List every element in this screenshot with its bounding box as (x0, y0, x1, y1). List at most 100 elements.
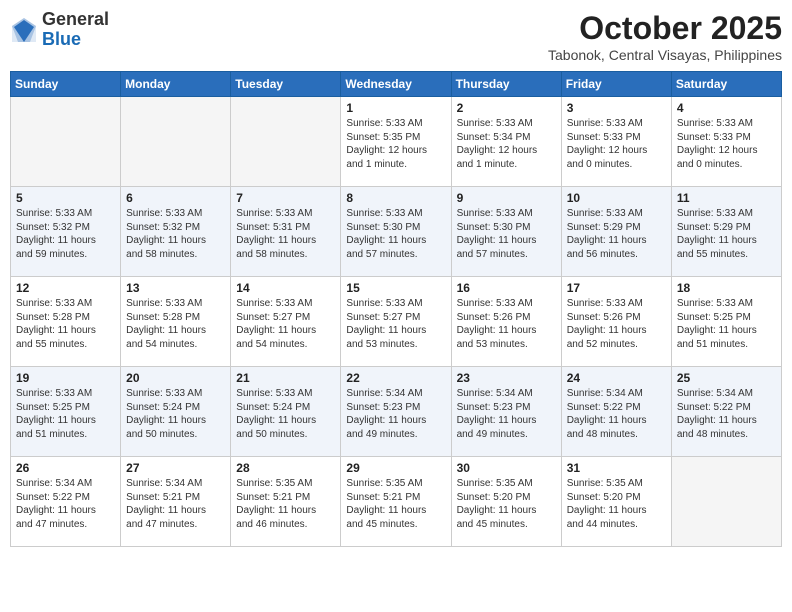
calendar-day-cell: 10 Sunrise: 5:33 AM Sunset: 5:29 PM Dayli… (561, 187, 671, 277)
day-number: 15 (346, 281, 445, 295)
day-info: Sunrise: 5:33 AM Sunset: 5:24 PM Dayligh… (126, 387, 225, 441)
day-number: 5 (16, 191, 115, 205)
calendar-day-cell: 8 Sunrise: 5:33 AM Sunset: 5:30 PM Daylig… (341, 187, 451, 277)
header-monday: Monday (121, 72, 231, 97)
calendar-day-cell: 25Sunrise: 5:34 AM Sunset: 5:22 PM Dayli… (671, 367, 781, 457)
calendar-day-cell: 9 Sunrise: 5:33 AM Sunset: 5:30 PM Daylig… (451, 187, 561, 277)
day-info: Sunrise: 5:34 AM Sunset: 5:22 PM Dayligh… (567, 387, 666, 441)
day-number: 20 (126, 371, 225, 385)
location-title: Tabonok, Central Visayas, Philippines (548, 47, 782, 63)
day-info: Sunrise: 5:34 AM Sunset: 5:21 PM Dayligh… (126, 477, 225, 531)
calendar-week-row: 5 Sunrise: 5:33 AM Sunset: 5:32 PM Daylig… (11, 187, 782, 277)
logo-blue: Blue (42, 29, 81, 49)
calendar-day-cell: 31 Sunrise: 5:35 AM Sunset: 5:20 PM Dayli… (561, 457, 671, 547)
day-number: 26 (16, 461, 115, 475)
page-header: General Blue October 2025 Tabonok, Centr… (10, 10, 782, 63)
day-info: Sunrise: 5:34 AM Sunset: 5:23 PM Dayligh… (457, 387, 556, 441)
day-info: Sunrise: 5:33 AM Sunset: 5:24 PM Dayligh… (236, 387, 335, 441)
calendar-week-row: 26 Sunrise: 5:34 AM Sunset: 5:22 PM Dayli… (11, 457, 782, 547)
logo-text: General Blue (42, 10, 109, 50)
calendar-day-cell: 29 Sunrise: 5:35 AM Sunset: 5:21 PM Dayli… (341, 457, 451, 547)
day-number: 31 (567, 461, 666, 475)
day-number: 16 (457, 281, 556, 295)
calendar-day-cell: 12 Sunrise: 5:33 AM Sunset: 5:28 PM Dayli… (11, 277, 121, 367)
day-number: 17 (567, 281, 666, 295)
day-info: Sunrise: 5:33 AM Sunset: 5:28 PM Dayligh… (126, 297, 225, 351)
day-info: Sunrise: 5:35 AM Sunset: 5:20 PM Dayligh… (567, 477, 666, 531)
header-thursday: Thursday (451, 72, 561, 97)
day-number: 21 (236, 371, 335, 385)
day-number: 18 (677, 281, 776, 295)
day-info: Sunrise: 5:33 AM Sunset: 5:32 PM Dayligh… (16, 207, 115, 261)
header-wednesday: Wednesday (341, 72, 451, 97)
calendar-day-cell: 21 Sunrise: 5:33 AM Sunset: 5:24 PM Dayli… (231, 367, 341, 457)
day-number: 10 (567, 191, 666, 205)
day-number: 22 (346, 371, 445, 385)
day-info: Sunrise: 5:33 AM Sunset: 5:29 PM Dayligh… (677, 207, 776, 261)
header-saturday: Saturday (671, 72, 781, 97)
calendar-week-row: 12 Sunrise: 5:33 AM Sunset: 5:28 PM Dayli… (11, 277, 782, 367)
day-info: Sunrise: 5:33 AM Sunset: 5:25 PM Dayligh… (677, 297, 776, 351)
calendar-day-cell (11, 97, 121, 187)
header-tuesday: Tuesday (231, 72, 341, 97)
day-number: 11 (677, 191, 776, 205)
calendar-day-cell: 28Sunrise: 5:35 AM Sunset: 5:21 PM Dayli… (231, 457, 341, 547)
calendar-day-cell: 16 Sunrise: 5:33 AM Sunset: 5:26 PM Dayli… (451, 277, 561, 367)
calendar-table: SundayMondayTuesdayWednesdayThursdayFrid… (10, 71, 782, 547)
day-info: Sunrise: 5:33 AM Sunset: 5:30 PM Dayligh… (457, 207, 556, 261)
day-info: Sunrise: 5:35 AM Sunset: 5:21 PM Dayligh… (236, 477, 335, 531)
calendar-day-cell: 7 Sunrise: 5:33 AM Sunset: 5:31 PM Daylig… (231, 187, 341, 277)
day-number: 29 (346, 461, 445, 475)
day-number: 23 (457, 371, 556, 385)
day-number: 9 (457, 191, 556, 205)
calendar-day-cell: 23 Sunrise: 5:34 AM Sunset: 5:23 PM Dayli… (451, 367, 561, 457)
day-info: Sunrise: 5:33 AM Sunset: 5:26 PM Dayligh… (567, 297, 666, 351)
day-info: Sunrise: 5:33 AM Sunset: 5:35 PM Dayligh… (346, 117, 445, 171)
day-number: 2 (457, 101, 556, 115)
day-info: Sunrise: 5:33 AM Sunset: 5:33 PM Dayligh… (567, 117, 666, 171)
day-info: Sunrise: 5:35 AM Sunset: 5:21 PM Dayligh… (346, 477, 445, 531)
calendar-day-cell: 19 Sunrise: 5:33 AM Sunset: 5:25 PM Dayli… (11, 367, 121, 457)
day-info: Sunrise: 5:33 AM Sunset: 5:26 PM Dayligh… (457, 297, 556, 351)
calendar-day-cell (231, 97, 341, 187)
day-info: Sunrise: 5:33 AM Sunset: 5:34 PM Dayligh… (457, 117, 556, 171)
day-info: Sunrise: 5:35 AM Sunset: 5:20 PM Dayligh… (457, 477, 556, 531)
day-info: Sunrise: 5:33 AM Sunset: 5:29 PM Dayligh… (567, 207, 666, 261)
logo-general: General (42, 9, 109, 29)
calendar-day-cell: 6Sunrise: 5:33 AM Sunset: 5:32 PM Daylig… (121, 187, 231, 277)
day-info: Sunrise: 5:33 AM Sunset: 5:31 PM Dayligh… (236, 207, 335, 261)
day-number: 24 (567, 371, 666, 385)
calendar-day-cell: 30 Sunrise: 5:35 AM Sunset: 5:20 PM Dayli… (451, 457, 561, 547)
day-number: 13 (126, 281, 225, 295)
weekday-header-row: SundayMondayTuesdayWednesdayThursdayFrid… (11, 72, 782, 97)
day-number: 19 (16, 371, 115, 385)
header-sunday: Sunday (11, 72, 121, 97)
calendar-day-cell: 3Sunrise: 5:33 AM Sunset: 5:33 PM Daylig… (561, 97, 671, 187)
day-number: 27 (126, 461, 225, 475)
calendar-day-cell: 13 Sunrise: 5:33 AM Sunset: 5:28 PM Dayli… (121, 277, 231, 367)
day-number: 8 (346, 191, 445, 205)
day-info: Sunrise: 5:33 AM Sunset: 5:28 PM Dayligh… (16, 297, 115, 351)
calendar-day-cell: 14 Sunrise: 5:33 AM Sunset: 5:27 PM Dayli… (231, 277, 341, 367)
day-number: 7 (236, 191, 335, 205)
calendar-day-cell: 22 Sunrise: 5:34 AM Sunset: 5:23 PM Dayli… (341, 367, 451, 457)
day-number: 12 (16, 281, 115, 295)
day-info: Sunrise: 5:34 AM Sunset: 5:23 PM Dayligh… (346, 387, 445, 441)
day-number: 30 (457, 461, 556, 475)
day-info: Sunrise: 5:33 AM Sunset: 5:27 PM Dayligh… (236, 297, 335, 351)
day-number: 6 (126, 191, 225, 205)
calendar-day-cell: 17 Sunrise: 5:33 AM Sunset: 5:26 PM Dayli… (561, 277, 671, 367)
day-info: Sunrise: 5:33 AM Sunset: 5:25 PM Dayligh… (16, 387, 115, 441)
calendar-day-cell: 4Sunrise: 5:33 AM Sunset: 5:33 PM Daylig… (671, 97, 781, 187)
day-info: Sunrise: 5:34 AM Sunset: 5:22 PM Dayligh… (16, 477, 115, 531)
calendar-day-cell: 2 Sunrise: 5:33 AM Sunset: 5:34 PM Daylig… (451, 97, 561, 187)
day-info: Sunrise: 5:33 AM Sunset: 5:27 PM Dayligh… (346, 297, 445, 351)
day-number: 14 (236, 281, 335, 295)
calendar-day-cell (671, 457, 781, 547)
calendar-day-cell: 18 Sunrise: 5:33 AM Sunset: 5:25 PM Dayli… (671, 277, 781, 367)
calendar-day-cell: 24 Sunrise: 5:34 AM Sunset: 5:22 PM Dayli… (561, 367, 671, 457)
calendar-day-cell (121, 97, 231, 187)
calendar-day-cell: 15 Sunrise: 5:33 AM Sunset: 5:27 PM Dayli… (341, 277, 451, 367)
day-number: 4 (677, 101, 776, 115)
day-info: Sunrise: 5:33 AM Sunset: 5:30 PM Dayligh… (346, 207, 445, 261)
